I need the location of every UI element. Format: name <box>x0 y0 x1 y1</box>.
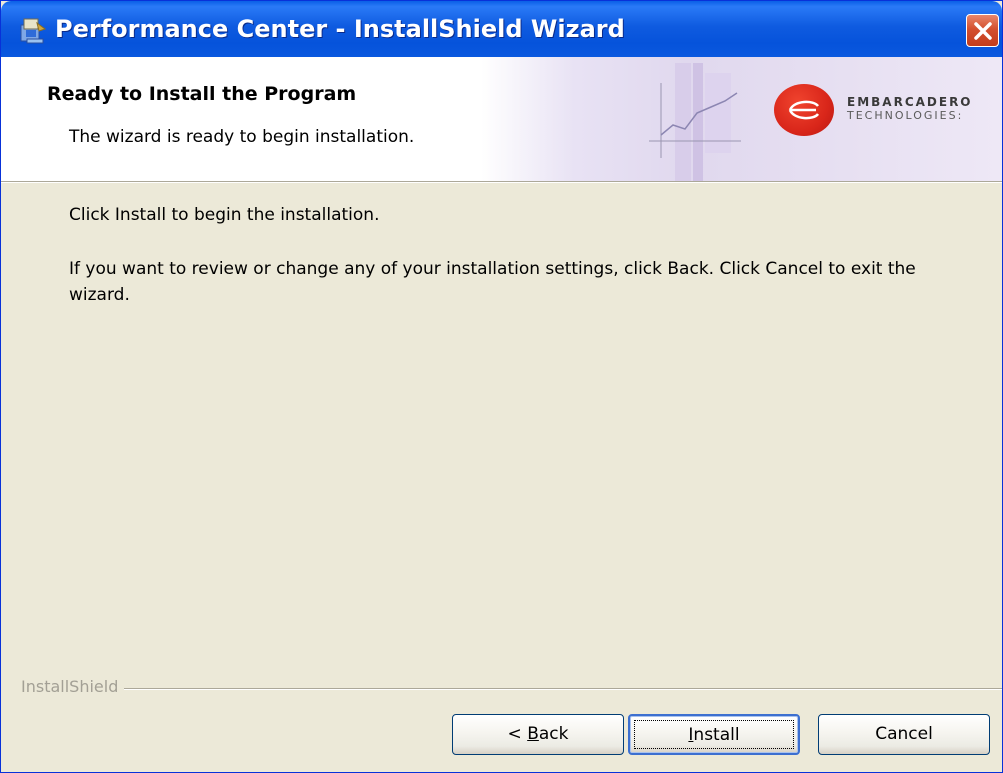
installer-window: Performance Center - InstallShield Wizar… <box>0 0 1003 773</box>
installshield-brand-label: InstallShield <box>21 677 125 696</box>
chart-graphic-icon <box>649 63 741 181</box>
install-button[interactable]: Install <box>628 714 800 755</box>
close-icon <box>974 22 992 40</box>
header-banner: EMBARCADERO TECHNOLOGIES: Ready to Insta… <box>1 57 1002 181</box>
review-text: If you want to review or change any of y… <box>69 259 916 305</box>
window-title: Performance Center - InstallShield Wizar… <box>55 15 625 43</box>
page-subtitle: The wizard is ready to begin installatio… <box>69 127 415 147</box>
footer-divider-highlight <box>21 689 1002 690</box>
embarcadero-logo-icon <box>774 84 834 136</box>
logo-subtitle: TECHNOLOGIES: <box>847 109 964 122</box>
back-button-prefix: < <box>507 724 528 744</box>
instruction-text: Click Install to begin the installation. <box>69 205 380 225</box>
page-title: Ready to Install the Program <box>47 83 357 105</box>
back-button[interactable]: < Back <box>452 714 624 755</box>
header-divider-highlight <box>1 182 1002 183</box>
back-button-label: ack <box>538 724 569 744</box>
logo-name: EMBARCADERO <box>847 95 973 109</box>
cancel-button[interactable]: Cancel <box>818 714 990 755</box>
cancel-button-label: Cancel <box>875 724 933 744</box>
installer-icon <box>17 15 47 45</box>
back-button-mnemonic: B <box>527 724 539 744</box>
title-bar[interactable]: Performance Center - InstallShield Wizar… <box>1 1 1002 57</box>
focus-ring <box>634 720 794 749</box>
close-button[interactable] <box>966 14 999 47</box>
